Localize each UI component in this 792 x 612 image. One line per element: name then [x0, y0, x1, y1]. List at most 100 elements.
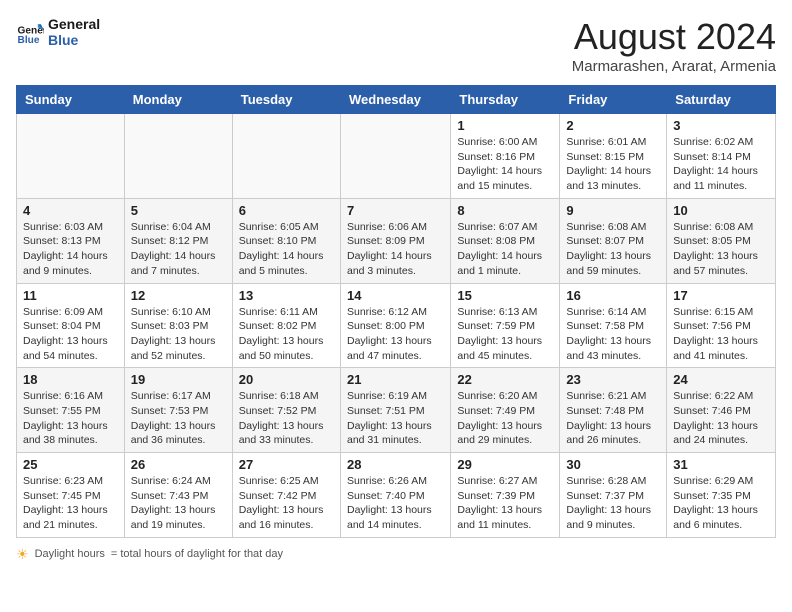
- daylight-label: Daylight hours: [35, 548, 105, 560]
- day-number: 25: [23, 457, 118, 472]
- day-info: Sunrise: 6:14 AM Sunset: 7:58 PM Dayligh…: [566, 305, 660, 364]
- calendar-cell: 29Sunrise: 6:27 AM Sunset: 7:39 PM Dayli…: [451, 453, 560, 538]
- day-info: Sunrise: 6:15 AM Sunset: 7:56 PM Dayligh…: [673, 305, 769, 364]
- day-number: 4: [23, 203, 118, 218]
- day-number: 8: [457, 203, 553, 218]
- calendar-cell: [340, 114, 450, 199]
- calendar-cell: 27 Sunrise: 6:25 AM Sunset: 7:42 PM Dayli…: [232, 453, 340, 538]
- day-number: 16: [566, 288, 660, 303]
- calendar-cell: 8 Sunrise: 6:07 AM Sunset: 8:08 PM Daylig…: [451, 198, 560, 283]
- day-info: Sunrise: 6:04 AM Sunset: 8:12 PM Dayligh…: [131, 220, 226, 279]
- day-info: Sunrise: 6:07 AM Sunset: 8:08 PM Dayligh…: [457, 220, 553, 279]
- weekday-header-tuesday: Tuesday: [232, 86, 340, 114]
- day-number: 22: [457, 372, 553, 387]
- day-info: Sunrise: 6:20 AM Sunset: 7:49 PM Dayligh…: [457, 389, 553, 448]
- sun-icon: ☀: [16, 546, 29, 563]
- weekday-header-wednesday: Wednesday: [340, 86, 450, 114]
- logo-general: General: [48, 16, 100, 32]
- day-info: Sunrise: 6:24 AM Sunset: 7:43 PM Dayligh…: [131, 474, 226, 533]
- day-number: 10: [673, 203, 769, 218]
- calendar-cell: 30 Sunrise: 6:28 AM Sunset: 7:37 PM Dayli…: [560, 453, 667, 538]
- day-number: 15: [457, 288, 553, 303]
- location: Marmarashen, Ararat, Armenia: [572, 58, 776, 75]
- day-info: Sunrise: 6:12 AM Sunset: 8:00 PM Dayligh…: [347, 305, 444, 364]
- weekday-header-sunday: Sunday: [17, 86, 125, 114]
- calendar-cell: 18 Sunrise: 6:16 AM Sunset: 7:55 PM Dayli…: [17, 368, 125, 453]
- day-number: 9: [566, 203, 660, 218]
- calendar-cell: 19 Sunrise: 6:17 AM Sunset: 7:53 PM Dayli…: [124, 368, 232, 453]
- calendar-cell: [17, 114, 125, 199]
- page-header: General Blue General Blue August 2024 Ma…: [16, 16, 776, 75]
- calendar-table: SundayMondayTuesdayWednesdayThursdayFrid…: [16, 85, 776, 538]
- calendar-cell: 3 Sunrise: 6:02 AM Sunset: 8:14 PM Daylig…: [667, 114, 776, 199]
- day-info: Sunrise: 6:02 AM Sunset: 8:14 PM Dayligh…: [673, 135, 769, 194]
- day-info: Sunrise: 6:01 AM Sunset: 8:15 PM Dayligh…: [566, 135, 660, 194]
- day-number: 11: [23, 288, 118, 303]
- calendar-cell: 11Sunrise: 6:09 AM Sunset: 8:04 PM Dayli…: [17, 283, 125, 368]
- calendar-cell: 22 Sunrise: 6:20 AM Sunset: 7:49 PM Dayli…: [451, 368, 560, 453]
- calendar-cell: 24 Sunrise: 6:22 AM Sunset: 7:46 PM Dayli…: [667, 368, 776, 453]
- footer-desc: = total hours of daylight for that day: [111, 548, 283, 560]
- weekday-header-row: SundayMondayTuesdayWednesdayThursdayFrid…: [17, 86, 776, 114]
- day-number: 26: [131, 457, 226, 472]
- calendar-cell: 26 Sunrise: 6:24 AM Sunset: 7:43 PM Dayli…: [124, 453, 232, 538]
- day-number: 29: [457, 457, 553, 472]
- calendar-cell: 21 Sunrise: 6:19 AM Sunset: 7:51 PM Dayli…: [340, 368, 450, 453]
- day-number: 5: [131, 203, 226, 218]
- day-info: Sunrise: 6:06 AM Sunset: 8:09 PM Dayligh…: [347, 220, 444, 279]
- day-number: 14: [347, 288, 444, 303]
- day-number: 2: [566, 118, 660, 133]
- calendar-cell: [124, 114, 232, 199]
- day-number: 6: [239, 203, 334, 218]
- weekday-header-saturday: Saturday: [667, 86, 776, 114]
- weekday-header-friday: Friday: [560, 86, 667, 114]
- footer: ☀ Daylight hours = total hours of daylig…: [16, 546, 776, 563]
- day-number: 27: [239, 457, 334, 472]
- day-info: Sunrise: 6:23 AM Sunset: 7:45 PM Dayligh…: [23, 474, 118, 533]
- day-number: 24: [673, 372, 769, 387]
- weekday-header-thursday: Thursday: [451, 86, 560, 114]
- weekday-header-monday: Monday: [124, 86, 232, 114]
- calendar-cell: 7 Sunrise: 6:06 AM Sunset: 8:09 PM Daylig…: [340, 198, 450, 283]
- svg-text:Blue: Blue: [18, 35, 40, 46]
- day-number: 18: [23, 372, 118, 387]
- calendar-cell: 1Sunrise: 6:00 AM Sunset: 8:16 PM Daylig…: [451, 114, 560, 199]
- day-number: 21: [347, 372, 444, 387]
- day-number: 31: [673, 457, 769, 472]
- day-info: Sunrise: 6:10 AM Sunset: 8:03 PM Dayligh…: [131, 305, 226, 364]
- day-info: Sunrise: 6:17 AM Sunset: 7:53 PM Dayligh…: [131, 389, 226, 448]
- calendar-cell: 6 Sunrise: 6:05 AM Sunset: 8:10 PM Daylig…: [232, 198, 340, 283]
- day-info: Sunrise: 6:21 AM Sunset: 7:48 PM Dayligh…: [566, 389, 660, 448]
- day-info: Sunrise: 6:03 AM Sunset: 8:13 PM Dayligh…: [23, 220, 118, 279]
- day-number: 20: [239, 372, 334, 387]
- day-info: Sunrise: 6:22 AM Sunset: 7:46 PM Dayligh…: [673, 389, 769, 448]
- day-number: 17: [673, 288, 769, 303]
- calendar-week-3: 11Sunrise: 6:09 AM Sunset: 8:04 PM Dayli…: [17, 283, 776, 368]
- day-number: 3: [673, 118, 769, 133]
- calendar-cell: 2 Sunrise: 6:01 AM Sunset: 8:15 PM Daylig…: [560, 114, 667, 199]
- calendar-week-1: 1Sunrise: 6:00 AM Sunset: 8:16 PM Daylig…: [17, 114, 776, 199]
- day-info: Sunrise: 6:18 AM Sunset: 7:52 PM Dayligh…: [239, 389, 334, 448]
- day-info: Sunrise: 6:05 AM Sunset: 8:10 PM Dayligh…: [239, 220, 334, 279]
- day-info: Sunrise: 6:19 AM Sunset: 7:51 PM Dayligh…: [347, 389, 444, 448]
- day-info: Sunrise: 6:28 AM Sunset: 7:37 PM Dayligh…: [566, 474, 660, 533]
- calendar-cell: 28Sunrise: 6:26 AM Sunset: 7:40 PM Dayli…: [340, 453, 450, 538]
- day-number: 30: [566, 457, 660, 472]
- calendar-cell: 5 Sunrise: 6:04 AM Sunset: 8:12 PM Daylig…: [124, 198, 232, 283]
- day-info: Sunrise: 6:08 AM Sunset: 8:05 PM Dayligh…: [673, 220, 769, 279]
- calendar-cell: 10 Sunrise: 6:08 AM Sunset: 8:05 PM Dayli…: [667, 198, 776, 283]
- calendar-cell: 20 Sunrise: 6:18 AM Sunset: 7:52 PM Dayli…: [232, 368, 340, 453]
- calendar-week-2: 4 Sunrise: 6:03 AM Sunset: 8:13 PM Daylig…: [17, 198, 776, 283]
- title-area: August 2024 Marmarashen, Ararat, Armenia: [572, 16, 776, 75]
- day-info: Sunrise: 6:25 AM Sunset: 7:42 PM Dayligh…: [239, 474, 334, 533]
- day-number: 19: [131, 372, 226, 387]
- day-info: Sunrise: 6:16 AM Sunset: 7:55 PM Dayligh…: [23, 389, 118, 448]
- day-number: 23: [566, 372, 660, 387]
- day-info: Sunrise: 6:11 AM Sunset: 8:02 PM Dayligh…: [239, 305, 334, 364]
- day-number: 7: [347, 203, 444, 218]
- calendar-cell: 4 Sunrise: 6:03 AM Sunset: 8:13 PM Daylig…: [17, 198, 125, 283]
- day-info: Sunrise: 6:00 AM Sunset: 8:16 PM Dayligh…: [457, 135, 553, 194]
- calendar-cell: 16 Sunrise: 6:14 AM Sunset: 7:58 PM Dayli…: [560, 283, 667, 368]
- day-info: Sunrise: 6:26 AM Sunset: 7:40 PM Dayligh…: [347, 474, 444, 533]
- logo: General Blue General Blue: [16, 16, 100, 48]
